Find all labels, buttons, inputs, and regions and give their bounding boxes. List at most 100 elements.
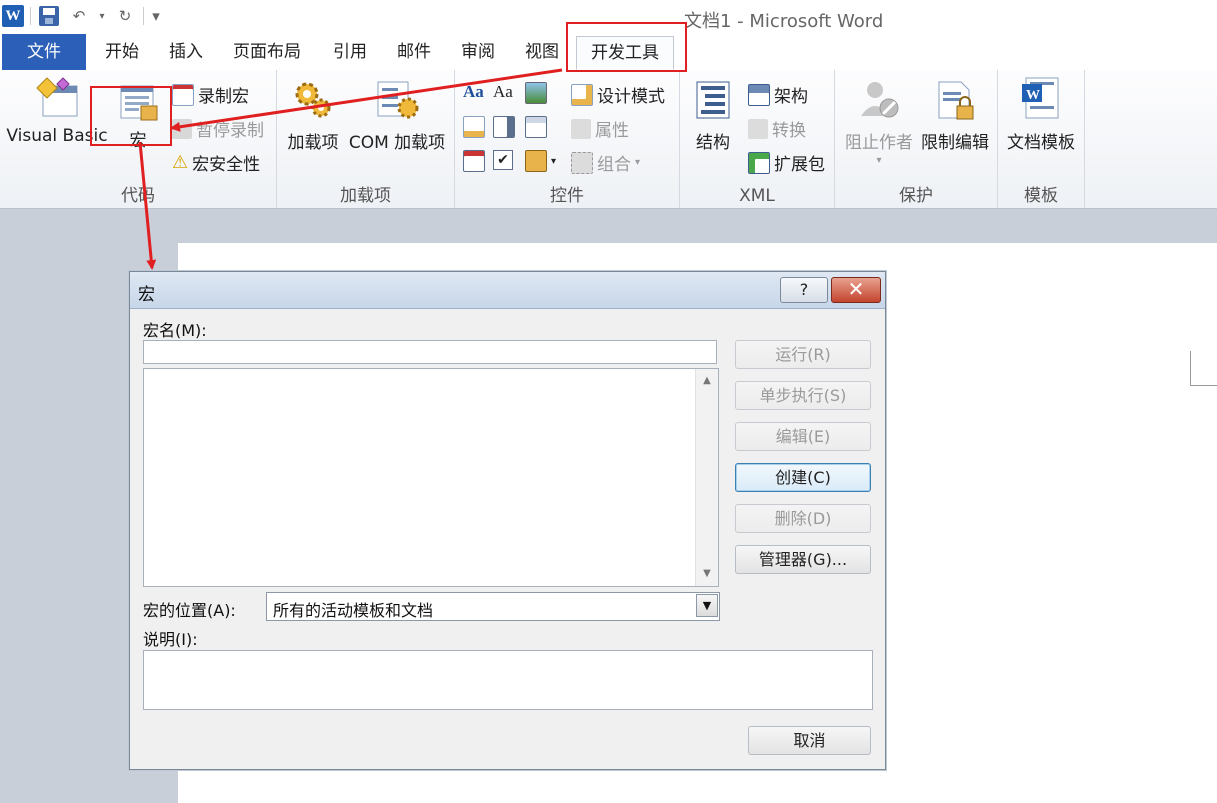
save-button[interactable] — [37, 4, 61, 28]
building-block-control-button[interactable] — [463, 116, 485, 138]
picture-control-button[interactable] — [525, 82, 547, 104]
word-logo-icon[interactable]: W — [2, 5, 24, 27]
undo-dropdown-icon[interactable]: ▾ — [97, 4, 107, 28]
customize-qat-button[interactable]: ▾ — [150, 4, 162, 28]
tab-insert[interactable]: 插入 — [164, 36, 208, 68]
com-addins-label: COM 加载项 — [348, 133, 446, 153]
ribbon-group-protect: 阻止作者 ▾ 限制编辑 保护 — [835, 70, 998, 208]
close-button[interactable]: ✕ — [831, 277, 881, 303]
macro-security-label: 宏安全性 — [192, 155, 261, 175]
plain-text-control-button[interactable]: Aa — [493, 82, 513, 102]
rich-text-control-label: Aa — [463, 82, 484, 101]
schema-label: 架构 — [774, 87, 808, 107]
block-authors-icon — [861, 82, 899, 118]
description-label: 说明(I): — [143, 630, 198, 649]
ribbon-group-xml: 结构 架构 转换 扩展包 XML — [680, 70, 835, 208]
tab-view[interactable]: 视图 — [520, 36, 564, 68]
transform-button[interactable]: 转换 — [748, 116, 806, 141]
run-button[interactable]: 运行(R) — [735, 340, 871, 369]
visual-basic-icon — [36, 77, 78, 117]
quick-access-toolbar: W ↶ ▾ ↻ ▾ — [2, 3, 162, 29]
combo-box-control-button[interactable] — [493, 116, 515, 138]
addins-label: 加载项 — [287, 133, 339, 153]
group-dropdown-icon: ▾ — [635, 157, 641, 168]
structure-button[interactable]: 结构 — [688, 78, 738, 153]
organizer-button[interactable]: 管理器(G)... — [735, 545, 871, 574]
expansion-packs-button[interactable]: 扩展包 — [748, 150, 825, 175]
qat-separator — [30, 7, 31, 25]
design-mode-icon — [571, 83, 593, 106]
save-icon — [39, 6, 59, 26]
restrict-editing-icon — [938, 81, 974, 120]
expansion-packs-icon — [748, 151, 770, 174]
calendar-icon — [463, 150, 485, 172]
macro-name-input[interactable] — [143, 340, 717, 364]
legacy-tools-button[interactable]: ▾ — [525, 150, 556, 172]
chevron-down-icon[interactable]: ▼ — [696, 594, 718, 617]
addins-button[interactable]: 加载项 — [283, 78, 343, 153]
plain-text-control-label: Aa — [493, 82, 513, 101]
step-into-button[interactable]: 单步执行(S) — [735, 381, 871, 410]
scroll-down-icon[interactable]: ▼ — [696, 564, 718, 584]
dialog-title: 宏 — [138, 285, 155, 305]
page-corner-mark — [1190, 351, 1217, 386]
group-label: 组合 — [597, 155, 631, 175]
tab-mailings[interactable]: 邮件 — [392, 36, 436, 68]
pause-recording-label: 暂停录制 — [196, 121, 264, 141]
annotation-box-macros — [90, 86, 172, 146]
undo-button[interactable]: ↶ — [67, 4, 91, 28]
group-label-templates: 模板 — [1024, 186, 1058, 206]
tab-page-layout[interactable]: 页面布局 — [228, 36, 306, 68]
delete-button[interactable]: 删除(D) — [735, 504, 871, 533]
pause-recording-button[interactable]: 暂停录制 — [172, 116, 264, 141]
description-box — [143, 650, 873, 710]
macro-list[interactable]: ▲ ▼ — [143, 368, 719, 587]
warning-icon: ⚠ — [172, 152, 189, 173]
legacy-tools-icon — [525, 150, 547, 172]
properties-icon — [571, 118, 591, 139]
tab-file[interactable]: 文件 — [2, 34, 86, 70]
transform-icon — [748, 118, 768, 139]
edit-button[interactable]: 编辑(E) — [735, 422, 871, 451]
design-mode-label: 设计模式 — [597, 87, 665, 107]
properties-button[interactable]: 属性 — [571, 116, 629, 141]
drop-down-list-control-button[interactable] — [525, 116, 547, 138]
redo-button[interactable]: ↻ — [113, 4, 137, 28]
check-box-control-button[interactable]: ✔ — [493, 150, 513, 170]
create-button[interactable]: 创建(C) — [735, 463, 871, 492]
record-macro-button[interactable]: 录制宏 — [172, 82, 249, 107]
group-button[interactable]: 组合 ▾ — [571, 150, 640, 175]
pause-icon — [172, 118, 192, 139]
window-title: 文档1 - Microsoft Word — [684, 11, 884, 32]
document-template-button[interactable]: W 文档模板 — [1000, 76, 1082, 153]
tab-references[interactable]: 引用 — [328, 36, 372, 68]
com-addins-button[interactable]: COM 加载项 — [345, 78, 449, 153]
macro-list-scrollbar[interactable]: ▲ ▼ — [695, 369, 718, 586]
ribbon-group-controls: Aa Aa ✔ ▾ 设计模式 属性 组合 ▾ 控件 — [455, 70, 680, 208]
rich-text-control-button[interactable]: Aa — [463, 82, 484, 102]
restrict-editing-button[interactable]: 限制编辑 — [917, 78, 993, 153]
cancel-button[interactable]: 取消 — [748, 726, 871, 755]
scroll-up-icon[interactable]: ▲ — [696, 371, 718, 391]
structure-icon — [696, 81, 730, 119]
check-box-icon: ✔ — [493, 150, 513, 170]
schema-button[interactable]: 架构 — [748, 82, 808, 107]
date-picker-control-button[interactable] — [463, 150, 485, 172]
tab-home[interactable]: 开始 — [100, 36, 144, 68]
block-authors-button[interactable]: 阻止作者 ▾ — [839, 78, 919, 166]
group-label-controls: 控件 — [550, 186, 584, 206]
macro-security-button[interactable]: ⚠ 宏安全性 — [172, 150, 260, 175]
ribbon: Visual Basic 宏 录制宏 暂停录制 ⚠ 宏安全性 代码 加载项 CO… — [0, 70, 1217, 209]
help-button[interactable]: ? — [780, 277, 828, 303]
restrict-editing-label: 限制编辑 — [921, 133, 989, 153]
drop-down-list-icon — [525, 116, 547, 138]
group-label-code: 代码 — [121, 186, 155, 206]
document-template-icon: W — [1022, 77, 1059, 119]
design-mode-button[interactable]: 设计模式 — [571, 82, 665, 107]
ribbon-group-templates: W 文档模板 模板 — [998, 70, 1085, 208]
macros-in-select[interactable]: 所有的活动模板和文档 ▼ — [266, 592, 720, 621]
tab-review[interactable]: 审阅 — [456, 36, 500, 68]
macros-dialog: 宏 ? ✕ 宏名(M): ▲ ▼ 宏的位置(A): 所有的活动模板和文档 ▼ 说… — [129, 271, 886, 770]
group-label-xml: XML — [739, 186, 775, 206]
group-label-addins: 加载项 — [340, 186, 391, 206]
